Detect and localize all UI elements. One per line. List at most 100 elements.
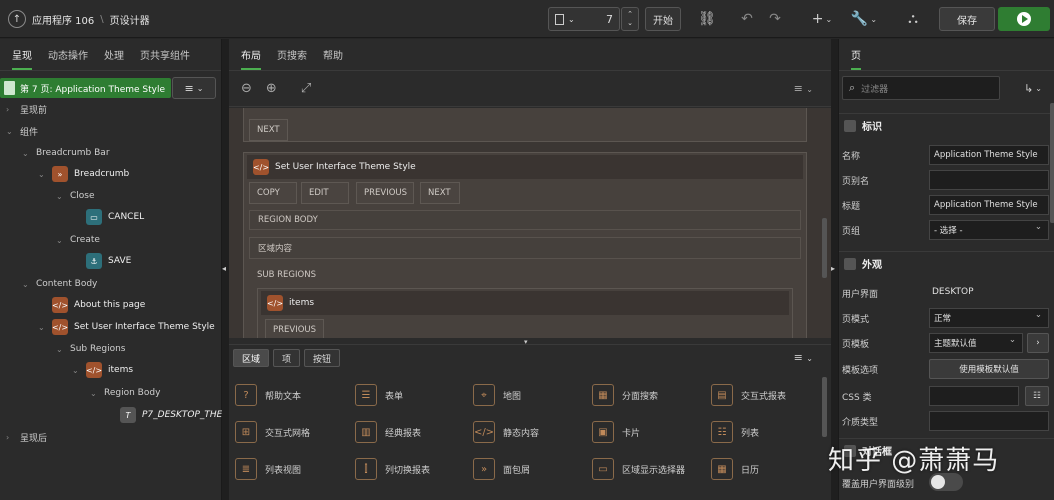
tree-item-p7-desktop-theme[interactable]: T P7_DESKTOP_THEM bbox=[120, 405, 230, 425]
gallery-calendar[interactable]: ▦ 日历 bbox=[711, 457, 829, 481]
page-number-input[interactable]: 7 bbox=[606, 13, 613, 26]
next-button-slot[interactable]: NEXT bbox=[249, 119, 288, 141]
tree-item-pre-render[interactable]: › 呈现前 bbox=[6, 99, 47, 119]
chevron-down-icon[interactable]: ⌄ bbox=[56, 236, 64, 245]
template-options-button[interactable]: 使用模板默认值 bbox=[929, 359, 1049, 379]
name-field[interactable]: Application Theme Style bbox=[929, 145, 1049, 165]
tree-item-cancel[interactable]: ▭ CANCEL bbox=[86, 207, 144, 227]
chevron-down-icon[interactable]: ⌄ bbox=[38, 170, 46, 179]
tab-page[interactable]: 页 bbox=[851, 47, 861, 70]
canvas-scrollbar[interactable] bbox=[822, 218, 827, 278]
gallery-interactive-report[interactable]: ▤ 交互式报表 bbox=[711, 383, 829, 407]
shared-components-icon[interactable]: ⛬ bbox=[900, 7, 926, 31]
redo-icon[interactable]: ↷ bbox=[764, 7, 786, 31]
gallery-column-toggle-report[interactable]: ⫿ 列切换报表 bbox=[355, 457, 473, 481]
chevron-right-icon[interactable]: › bbox=[6, 105, 14, 114]
edit-button-slot[interactable]: EDIT bbox=[301, 182, 349, 204]
tree-item-components[interactable]: ⌄ 组件 bbox=[6, 121, 38, 141]
alias-field[interactable] bbox=[929, 170, 1049, 190]
property-filter[interactable]: ⌕ 过滤器 bbox=[842, 76, 1000, 100]
lock-icon[interactable]: ⛓ bbox=[694, 7, 720, 31]
tree-item-sub-regions[interactable]: ⌄ Sub Regions bbox=[56, 339, 126, 359]
gallery-map[interactable]: ⌖ 地图 bbox=[473, 383, 591, 407]
section-identification[interactable]: 标识 bbox=[839, 113, 1054, 137]
create-menu-button[interactable]: + ⌄ bbox=[806, 7, 838, 31]
tree-item-region-body[interactable]: ⌄ Region Body bbox=[90, 383, 160, 403]
chevron-down-icon[interactable]: ⌄ bbox=[22, 149, 30, 158]
tab-processing[interactable]: 处理 bbox=[104, 47, 124, 70]
page-mode-select[interactable]: 正常 bbox=[929, 308, 1049, 328]
gallery-form[interactable]: ☰ 表单 bbox=[355, 383, 473, 407]
tab-help[interactable]: 帮助 bbox=[323, 47, 343, 70]
expand-icon[interactable]: ⤢ bbox=[301, 81, 311, 96]
tab-page-search[interactable]: 页搜索 bbox=[277, 47, 307, 70]
items-previous-slot[interactable]: PREVIOUS bbox=[265, 319, 325, 338]
chevron-down-icon[interactable]: ⌄ bbox=[22, 280, 30, 289]
tree-item-save[interactable]: ⚓ SAVE bbox=[86, 251, 131, 271]
tree-item-breadcrumb[interactable]: ⌄ » Breadcrumb bbox=[38, 164, 129, 184]
chevron-up-icon[interactable]: ⌃ bbox=[627, 10, 633, 19]
gallery-interactive-grid[interactable]: ⊞ 交互式网格 bbox=[235, 420, 353, 444]
title-field[interactable]: Application Theme Style bbox=[929, 195, 1049, 215]
chevron-down-icon[interactable]: ⌄ bbox=[90, 389, 98, 398]
layout-canvas[interactable]: NEXT </> Set User Interface Theme Style … bbox=[229, 108, 831, 338]
gallery-scrollbar[interactable] bbox=[822, 377, 827, 437]
chevron-down-icon[interactable]: ⌄ bbox=[627, 19, 633, 28]
app-name[interactable]: 应用程序 106 bbox=[32, 12, 94, 27]
page-template-select[interactable]: 主题默认值 bbox=[929, 333, 1023, 353]
copy-button-slot[interactable]: COPY bbox=[249, 182, 297, 204]
zoom-in-icon[interactable]: ⊕ bbox=[266, 81, 277, 96]
gallery-classic-report[interactable]: ▥ 经典报表 bbox=[355, 420, 473, 444]
items-region-header[interactable]: </> items bbox=[261, 291, 789, 315]
page-selector[interactable]: ⌄ 7 bbox=[548, 7, 620, 31]
page-badge[interactable]: 第 7 页: Application Theme Style bbox=[0, 78, 171, 98]
chevron-right-icon[interactable]: ▸ bbox=[831, 264, 835, 273]
page-stepper[interactable]: ⌃ ⌄ bbox=[621, 7, 639, 31]
next-button-slot-2[interactable]: NEXT bbox=[420, 182, 460, 204]
utilities-wrench-icon[interactable]: 🔧 ⌄ bbox=[848, 7, 880, 31]
chevron-right-icon[interactable]: › bbox=[6, 433, 14, 442]
chevron-down-icon[interactable]: ⌄ bbox=[56, 192, 64, 201]
tree-item-content-body[interactable]: ⌄ Content Body bbox=[22, 274, 97, 294]
tab-dynamic-actions[interactable]: 动态操作 bbox=[48, 47, 88, 70]
gallery-static-content[interactable]: </> 静态内容 bbox=[473, 420, 591, 444]
previous-button-slot[interactable]: PREVIOUS bbox=[356, 182, 414, 204]
list-picker-icon[interactable]: ☷ bbox=[1025, 386, 1049, 406]
chevron-down-icon[interactable]: ⌄ bbox=[38, 323, 46, 332]
tree-item-items[interactable]: ⌄ </> items bbox=[72, 360, 133, 380]
collapse-icon[interactable] bbox=[844, 119, 856, 132]
layout-menu-button[interactable]: ≡ ⌄ bbox=[794, 82, 813, 95]
run-page-button[interactable] bbox=[998, 7, 1050, 31]
tab-layout[interactable]: 布局 bbox=[241, 47, 261, 70]
right-splitter[interactable]: ▸ bbox=[831, 39, 838, 500]
gallery-region-display-selector[interactable]: ▭ 区域显示选择器 bbox=[592, 457, 710, 481]
collapse-icon[interactable] bbox=[844, 257, 856, 270]
save-button[interactable]: 保存 bbox=[939, 7, 995, 31]
tree-item-breadcrumb-bar[interactable]: ⌄ Breadcrumb Bar bbox=[22, 143, 110, 163]
tab-shared-components[interactable]: 页共享组件 bbox=[140, 47, 190, 70]
tree-item-post-render[interactable]: › 呈现后 bbox=[6, 427, 47, 447]
property-scrollbar[interactable] bbox=[1050, 103, 1054, 223]
gallery-tab-buttons[interactable]: 按钮 bbox=[304, 349, 341, 367]
chevron-right-icon[interactable]: › bbox=[1027, 333, 1049, 353]
zoom-out-icon[interactable]: ⊖ bbox=[241, 81, 252, 96]
gallery-tab-items[interactable]: 项 bbox=[273, 349, 301, 367]
gallery-list[interactable]: ☷ 列表 bbox=[711, 420, 829, 444]
gallery-help-text[interactable]: ? 帮助文本 bbox=[235, 383, 353, 407]
tree-menu-button[interactable]: ≡ ⌄ bbox=[172, 77, 216, 99]
css-classes-field[interactable] bbox=[929, 386, 1019, 406]
region-previous[interactable] bbox=[243, 108, 807, 142]
tree-item-close[interactable]: ⌄ Close bbox=[56, 186, 95, 206]
region-header[interactable]: </> Set User Interface Theme Style bbox=[247, 155, 803, 179]
start-button[interactable]: 开始 bbox=[645, 7, 681, 31]
chevron-down-icon[interactable]: ⌄ bbox=[56, 345, 64, 354]
gallery-tab-regions[interactable]: 区域 bbox=[233, 349, 270, 367]
gallery-list-view[interactable]: ≣ 列表视图 bbox=[235, 457, 353, 481]
undo-icon[interactable]: ↶ bbox=[736, 7, 758, 31]
section-appearance[interactable]: 外观 bbox=[839, 251, 1054, 275]
gallery-cards[interactable]: ▣ 卡片 bbox=[592, 420, 710, 444]
left-splitter[interactable]: ◂ bbox=[222, 39, 229, 500]
go-to-group-button[interactable]: ↳ ⌄ bbox=[1015, 77, 1051, 99]
gallery-faceted-search[interactable]: ▦ 分面搜索 bbox=[592, 383, 710, 407]
page-group-select[interactable]: - 选择 - bbox=[929, 220, 1049, 240]
